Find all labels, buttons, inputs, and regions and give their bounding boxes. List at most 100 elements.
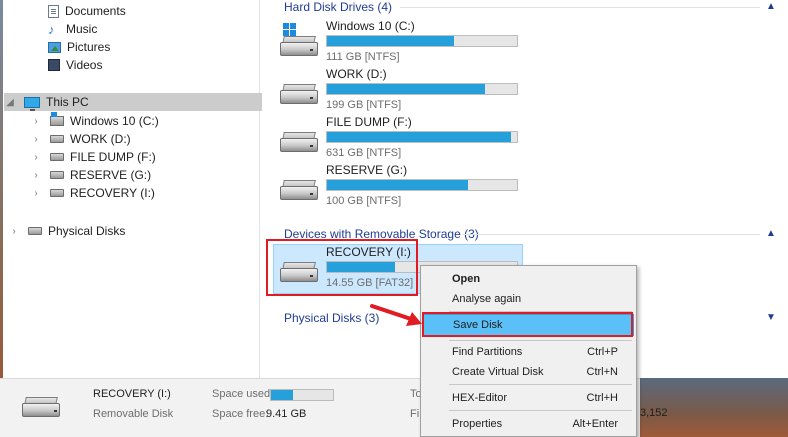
menu-item-label: Find Partitions (452, 346, 523, 358)
drive-icon (50, 135, 64, 143)
menu-item-label: Open (452, 273, 481, 285)
chevron-right-icon[interactable]: › (30, 188, 42, 199)
drive-icon (280, 180, 318, 202)
nav-item-label: FILE DUMP (F:) (70, 150, 156, 164)
details-drive-name: RECOVERY (I:) (93, 388, 171, 400)
nav-item-music[interactable]: ♪ Music (48, 20, 97, 38)
group-header-label: Physical Disks (3) (284, 311, 380, 325)
group-header-label: Hard Disk Drives (4) (284, 0, 393, 14)
picture-icon (48, 41, 61, 53)
usage-bar (326, 35, 518, 47)
nav-item-label: WORK (D:) (70, 132, 131, 146)
nav-item-drive-c[interactable]: › Windows 10 (C:) (30, 112, 159, 130)
group-header-hard-disks[interactable]: Hard Disk Drives (4) (284, 0, 392, 14)
menu-separator (449, 410, 632, 411)
nav-item-label: Windows 10 (C:) (70, 114, 159, 128)
nav-item-label: Videos (66, 58, 103, 72)
nav-item-this-pc[interactable]: ◢ This PC (4, 93, 262, 111)
nav-item-label: This PC (46, 95, 89, 109)
group-header-physical-disks[interactable]: Physical Disks (3) (284, 311, 379, 325)
drive-name: WORK (D:) (326, 67, 387, 81)
chevron-right-icon[interactable]: › (8, 226, 20, 237)
menu-item-label: Properties (452, 418, 503, 430)
chevron-up-icon[interactable]: ▲ (766, 1, 776, 12)
drive-tile-c[interactable]: Windows 10 (C:) 111 GB [NTFS] (278, 19, 528, 69)
nav-item-pictures[interactable]: Pictures (48, 38, 110, 56)
menu-item-shortcut: Ctrl+P (587, 346, 618, 358)
space-free-value: 9.41 GB (266, 408, 307, 420)
nav-item-drive-f[interactable]: › FILE DUMP (F:) (30, 148, 156, 166)
menu-item-hex-editor[interactable]: HEX-Editor Ctrl+H (423, 387, 634, 409)
usage-bar (326, 131, 518, 143)
drive-info: 111 GB [NTFS] (326, 51, 400, 63)
annotation-highlight-box (266, 239, 418, 296)
drive-name: RESERVE (G:) (326, 163, 408, 177)
chevron-down-icon[interactable]: ▼ (766, 312, 776, 323)
menu-item-shortcut: Alt+Enter (572, 418, 618, 430)
space-used-label: Space used: (212, 388, 274, 400)
details-drive-type: Removable Disk (93, 408, 174, 420)
chevron-right-icon[interactable]: › (30, 170, 42, 181)
annotation-highlight-box (422, 312, 633, 337)
document-icon (48, 4, 59, 18)
nav-item-label: RECOVERY (I:) (70, 186, 155, 200)
nav-item-videos[interactable]: Videos (48, 56, 102, 74)
divider (462, 234, 760, 235)
divider (400, 7, 760, 8)
nav-item-drive-i[interactable]: › RECOVERY (I:) (30, 184, 155, 202)
space-free-label: Space free: (212, 408, 269, 420)
windows-logo-icon (283, 23, 297, 36)
nav-item-label: Pictures (67, 40, 111, 54)
nav-item-drive-g[interactable]: › RESERVE (G:) (30, 166, 151, 184)
chevron-up-icon[interactable]: ▲ (766, 228, 776, 239)
menu-item-label: HEX-Editor (452, 392, 508, 404)
drive-tile-g[interactable]: RESERVE (G:) 100 GB [NTFS] (278, 163, 528, 213)
menu-item-find-partitions[interactable]: Find Partitions Ctrl+P (423, 341, 634, 363)
chevron-right-icon[interactable]: › (30, 134, 42, 145)
nav-item-drive-d[interactable]: › WORK (D:) (30, 130, 131, 148)
drive-info: 100 GB [NTFS] (326, 195, 402, 207)
nav-item-label: Documents (65, 4, 126, 18)
chevron-right-icon[interactable]: › (30, 152, 42, 163)
nav-item-documents[interactable]: Documents (48, 2, 126, 20)
drive-info: 631 GB [NTFS] (326, 147, 402, 159)
drive-icon (280, 84, 318, 106)
desktop-background-edge (0, 0, 3, 437)
context-menu: Open Analyse again Save Disk Find Partit… (420, 265, 637, 437)
drive-name: FILE DUMP (F:) (326, 115, 412, 129)
drive-icon (280, 23, 318, 58)
drive-info: 199 GB [NTFS] (326, 99, 402, 111)
menu-item-create-virtual-disk[interactable]: Create Virtual Disk Ctrl+N (423, 361, 634, 383)
chevron-right-icon[interactable]: › (30, 116, 42, 127)
menu-item-label: Create Virtual Disk (452, 366, 544, 378)
desktop-background-corner: 3,152 (640, 378, 788, 437)
nav-item-label: Physical Disks (48, 224, 126, 238)
drive-icon (280, 132, 318, 154)
menu-separator (449, 384, 632, 385)
chevron-down-icon[interactable]: ◢ (4, 97, 16, 108)
truncated-value: 3,152 (640, 407, 668, 419)
drive-icon (22, 397, 62, 421)
usage-bar (326, 179, 518, 191)
space-used-bar (270, 389, 334, 401)
drive-tile-d[interactable]: WORK (D:) 199 GB [NTFS] (278, 67, 528, 117)
nav-item-physical-disks[interactable]: › Physical Disks (8, 222, 125, 240)
file-explorer-window: Documents ♪ Music Pictures Videos ◢ This… (0, 0, 788, 437)
drive-icon (28, 227, 42, 235)
nav-item-label: RESERVE (G:) (70, 168, 152, 182)
drive-icon (50, 171, 64, 179)
drive-icon (50, 153, 64, 161)
video-icon (48, 59, 60, 71)
menu-item-properties[interactable]: Properties Alt+Enter (423, 413, 634, 435)
windows-drive-icon (50, 112, 64, 126)
drive-icon (50, 189, 64, 197)
truncated-label: Fi (410, 408, 420, 420)
menu-item-label: Analyse again (452, 293, 522, 305)
music-note-icon: ♪ (48, 21, 55, 37)
menu-item-shortcut: Ctrl+N (586, 366, 618, 378)
drive-tile-f[interactable]: FILE DUMP (F:) 631 GB [NTFS] (278, 115, 528, 165)
menu-item-analyse-again[interactable]: Analyse again (423, 288, 634, 310)
drive-name: Windows 10 (C:) (326, 19, 415, 33)
menu-item-open[interactable]: Open (423, 268, 634, 290)
annotation-arrow-icon (370, 304, 422, 326)
